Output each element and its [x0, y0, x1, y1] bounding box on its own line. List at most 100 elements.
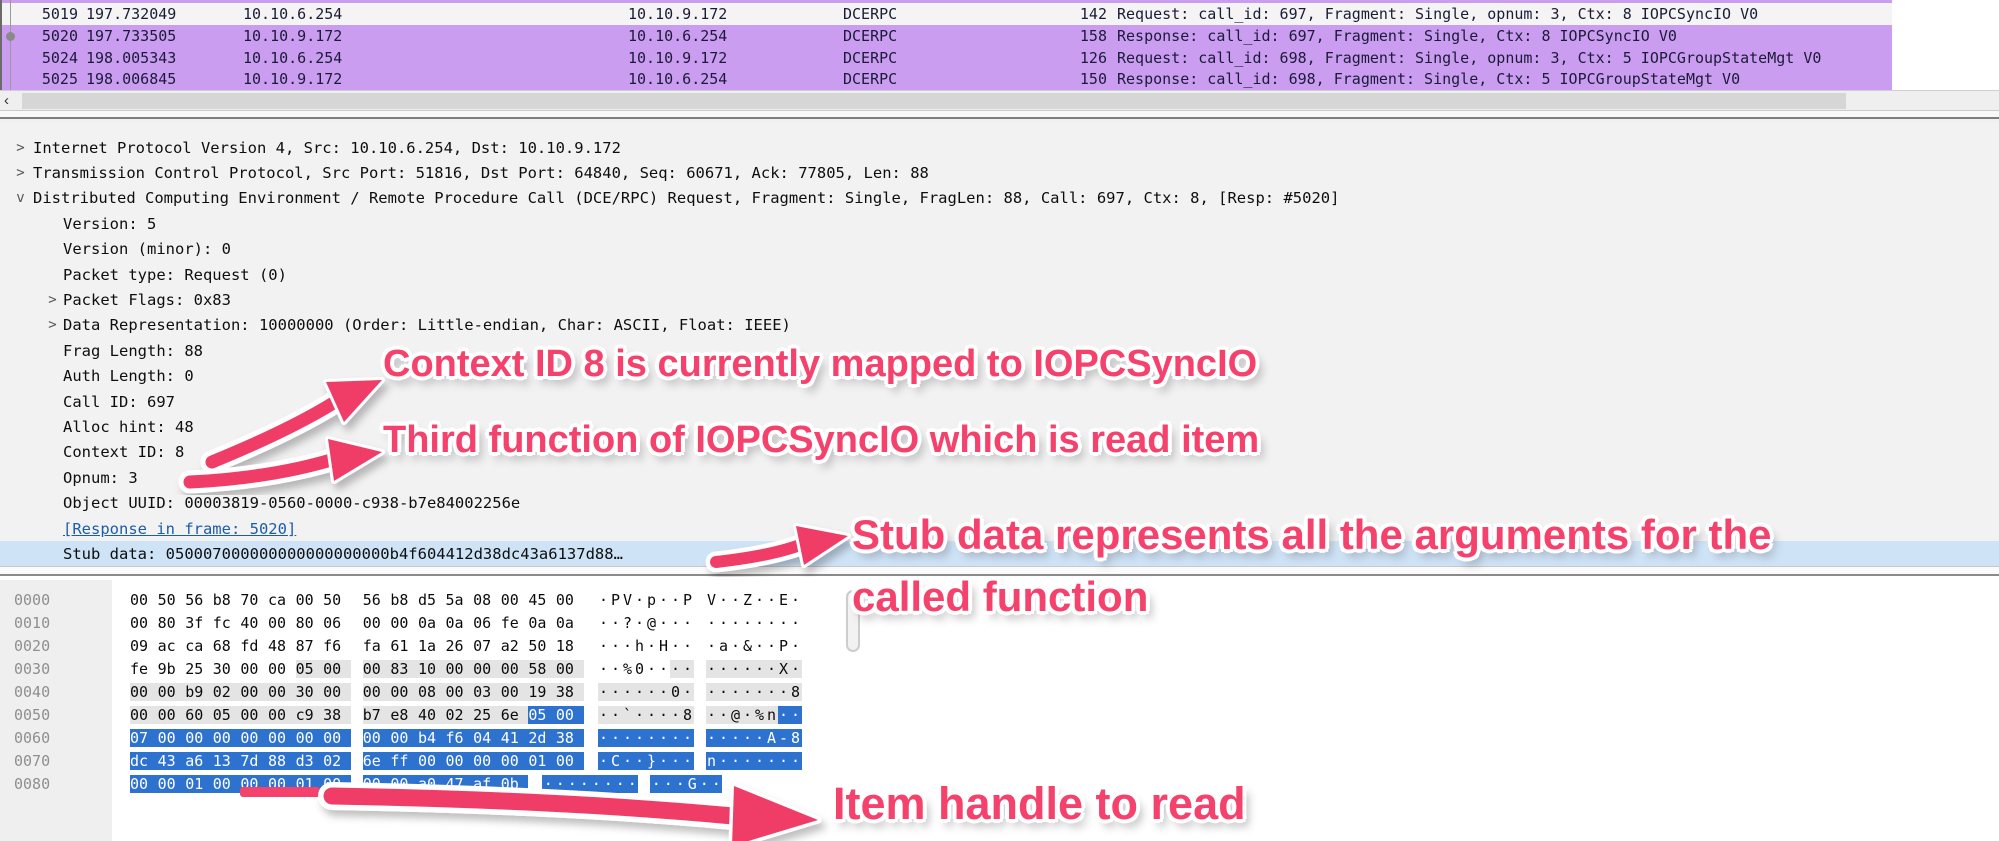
hex-byte[interactable]: 80 [158, 614, 186, 632]
hex-byte[interactable]: 0a [556, 614, 584, 632]
ascii-char[interactable]: · [742, 683, 754, 701]
hex-byte[interactable]: c9 [296, 706, 324, 724]
ascii-char[interactable]: · [598, 683, 610, 701]
hex-row[interactable]: 00400000b902000030000000080003001938····… [0, 680, 1200, 703]
hex-byte[interactable]: 00 [323, 729, 351, 747]
ascii-char[interactable]: · [658, 660, 670, 678]
ascii-char[interactable]: · [646, 729, 658, 747]
ascii-char[interactable]: · [742, 660, 754, 678]
ascii-char[interactable]: · [658, 591, 670, 609]
hex-byte[interactable]: 13 [213, 752, 241, 770]
ascii-char[interactable]: P [682, 591, 694, 609]
hex-byte[interactable]: 06 [323, 614, 351, 632]
ascii-char[interactable]: · [766, 591, 778, 609]
hex-byte[interactable]: b8 [390, 591, 418, 609]
ascii-char[interactable]: · [658, 706, 670, 724]
ascii-char[interactable]: 8 [790, 729, 802, 747]
ascii-char[interactable]: } [646, 752, 658, 770]
hex-byte[interactable]: 07 [473, 637, 501, 655]
ascii-char[interactable]: % [622, 660, 634, 678]
hex-byte[interactable]: b9 [185, 683, 213, 701]
hex-byte[interactable]: 00 [240, 706, 268, 724]
hex-byte[interactable]: 56 [363, 591, 391, 609]
detail-row[interactable]: Version (minor): 0 [0, 237, 1999, 262]
hex-byte[interactable]: 00 [363, 775, 391, 793]
ascii-char[interactable]: · [766, 752, 778, 770]
hex-byte[interactable]: 0a [446, 614, 474, 632]
hex-byte[interactable]: 00 [501, 683, 529, 701]
ascii-char[interactable]: h [634, 637, 646, 655]
hex-byte[interactable]: 00 [130, 775, 158, 793]
hex-byte[interactable]: 00 [323, 775, 351, 793]
ascii-char[interactable]: · [598, 729, 610, 747]
hex-byte[interactable]: 18 [556, 637, 584, 655]
hex-byte[interactable]: d3 [296, 752, 324, 770]
hex-byte[interactable]: 04 [473, 729, 501, 747]
hex-byte[interactable]: 00 [556, 660, 584, 678]
hex-byte[interactable]: 00 [240, 729, 268, 747]
hex-byte[interactable]: 30 [213, 660, 241, 678]
ascii-char[interactable]: · [658, 683, 670, 701]
hex-byte[interactable]: 2d [528, 729, 556, 747]
hex-byte[interactable]: 00 [390, 683, 418, 701]
hex-byte[interactable]: b8 [213, 591, 241, 609]
ascii-char[interactable]: · [790, 614, 802, 632]
ascii-char[interactable]: p [646, 591, 658, 609]
detail-row[interactable]: >Internet Protocol Version 4, Src: 10.10… [0, 135, 1999, 160]
ascii-char[interactable]: · [778, 706, 790, 724]
hex-byte[interactable]: 50 [528, 637, 556, 655]
ascii-char[interactable]: · [554, 775, 566, 793]
ascii-char[interactable]: · [730, 729, 742, 747]
hex-byte[interactable]: 00 [363, 729, 391, 747]
hex-byte[interactable]: b4 [418, 729, 446, 747]
ascii-char[interactable]: · [730, 683, 742, 701]
hex-byte[interactable]: 05 [296, 660, 324, 678]
ascii-char[interactable]: · [610, 729, 622, 747]
hex-byte[interactable]: ac [158, 637, 186, 655]
hex-row[interactable]: 0050000060050000c938b7e84002256e0500··`·… [0, 703, 1200, 726]
hex-byte[interactable]: 00 [268, 706, 296, 724]
hex-byte[interactable]: 0b [501, 775, 529, 793]
ascii-char[interactable]: · [754, 614, 766, 632]
hex-byte[interactable]: fd [240, 637, 268, 655]
ascii-char[interactable]: · [742, 706, 754, 724]
ascii-char[interactable]: · [790, 706, 802, 724]
ascii-char[interactable]: C [610, 752, 622, 770]
hex-byte[interactable]: f6 [323, 637, 351, 655]
hex-byte[interactable]: 00 [446, 660, 474, 678]
ascii-char[interactable]: · [706, 637, 718, 655]
hex-byte[interactable]: b7 [363, 706, 391, 724]
hex-byte[interactable]: 00 [268, 729, 296, 747]
hex-byte[interactable]: 01 [185, 775, 213, 793]
hex-byte[interactable]: 00 [130, 614, 158, 632]
hex-byte[interactable]: 68 [213, 637, 241, 655]
ascii-char[interactable]: · [610, 614, 622, 632]
ascii-char[interactable]: H [658, 637, 670, 655]
hex-byte[interactable]: 61 [390, 637, 418, 655]
hex-byte[interactable]: 50 [158, 591, 186, 609]
hex-byte[interactable]: 26 [446, 637, 474, 655]
ascii-char[interactable]: · [542, 775, 554, 793]
hex-byte[interactable]: 30 [296, 683, 324, 701]
hex-byte[interactable]: 58 [528, 660, 556, 678]
ascii-char[interactable]: · [634, 729, 646, 747]
tree-expander-icon[interactable]: v [8, 190, 33, 206]
hex-byte[interactable]: 50 [323, 591, 351, 609]
hex-byte[interactable]: 45 [528, 591, 556, 609]
hex-row[interactable]: 002009acca68fd4887f6fa611a2607a25018···h… [0, 634, 1200, 657]
detail-row[interactable]: vDistributed Computing Environment / Rem… [0, 186, 1999, 211]
ascii-char[interactable]: ? [622, 614, 634, 632]
ascii-char[interactable]: · [646, 706, 658, 724]
hex-byte[interactable]: 08 [418, 683, 446, 701]
ascii-char[interactable]: · [790, 660, 802, 678]
ascii-char[interactable]: @ [730, 706, 742, 724]
hex-byte[interactable]: 00 [213, 729, 241, 747]
ascii-char[interactable]: · [670, 706, 682, 724]
ascii-char[interactable]: · [646, 637, 658, 655]
hex-byte[interactable]: 00 [473, 752, 501, 770]
ascii-char[interactable]: · [610, 637, 622, 655]
hex-byte[interactable]: 09 [130, 637, 158, 655]
ascii-char[interactable]: · [718, 706, 730, 724]
hex-byte[interactable]: 60 [185, 706, 213, 724]
ascii-char[interactable]: · [614, 775, 626, 793]
